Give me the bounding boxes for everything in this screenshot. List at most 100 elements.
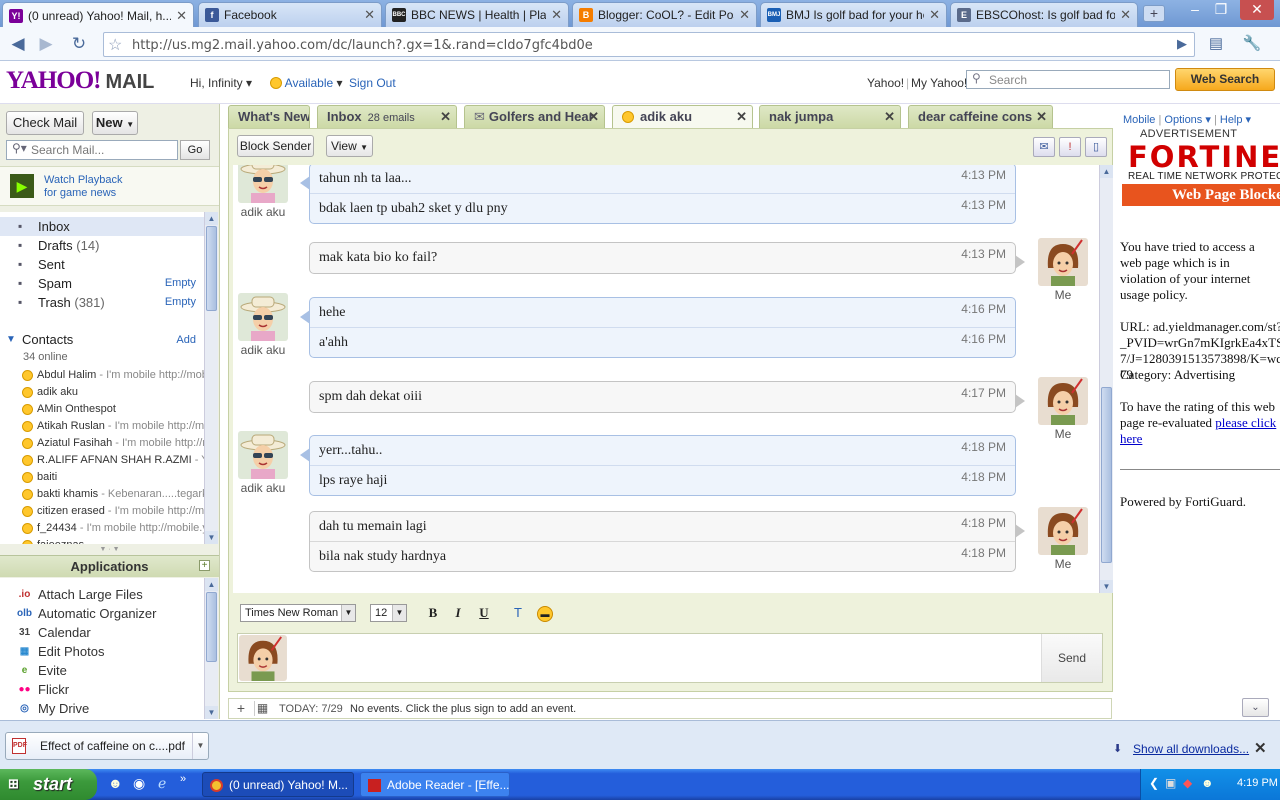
scroll-down-icon[interactable]: ▼ (205, 531, 218, 544)
underline-button[interactable]: U (475, 604, 493, 622)
my-avatar[interactable] (1038, 507, 1088, 555)
contact-item[interactable]: Aziatul Fasihah - I'm mobile http://m (0, 435, 204, 452)
web-search-input[interactable]: ⚲ Search (966, 70, 1170, 89)
send-button[interactable]: Send (1041, 634, 1102, 682)
browser-tab[interactable]: BMJ BMJ Is golf bad for your heari... ✕ (760, 2, 947, 27)
task-adobe-reader[interactable]: Adobe Reader - [Effe... (360, 772, 510, 797)
wrench-icon[interactable]: 🔧 (1240, 32, 1264, 56)
browser-tab[interactable]: Y! (0 unread) Yahoo! Mail, h... ✕ (2, 2, 194, 28)
status-menu[interactable]: Available ▾ (270, 76, 343, 90)
contacts-header[interactable]: ▼ Contacts Add (0, 330, 204, 350)
mobile-link[interactable]: Mobile (1123, 114, 1155, 126)
close-tab-icon[interactable]: ✕ (1120, 7, 1131, 23)
messenger-icon[interactable]: ☻ (1201, 776, 1214, 790)
scroll-down-icon[interactable]: ▼ (205, 706, 218, 719)
application-item[interactable]: ◎ My Drive (0, 699, 204, 718)
forward-icon[interactable]: ▶ (34, 32, 58, 56)
application-item[interactable]: e Evite (0, 661, 204, 680)
close-tab-icon[interactable]: ✕ (1036, 106, 1047, 128)
browser-tab[interactable]: BBC BBC NEWS | Health | Playi... ✕ (385, 2, 569, 27)
scroll-thumb[interactable] (1101, 387, 1112, 563)
go-arrow-icon[interactable]: ▶ (1170, 32, 1194, 56)
folders-scrollbar[interactable]: ▲ ▼ (204, 212, 218, 544)
close-tab-icon[interactable]: ✕ (929, 7, 940, 23)
address-bar[interactable]: ☆ http://us.mg2.mail.yahoo.com/dc/launch… (103, 32, 1195, 57)
task-yahoo-mail[interactable]: (0 unread) Yahoo! M... (202, 772, 354, 797)
mail-tab[interactable]: Inbox 28 emails ✕ (317, 105, 457, 129)
resize-handle[interactable]: ▼ · ▼ (0, 545, 219, 554)
browser-tab[interactable]: B Blogger: CoOL? - Edit Pos... ✕ (572, 2, 757, 27)
new-button[interactable]: New ▼ (92, 111, 138, 135)
collapse-triangle-icon[interactable]: ▼ (6, 330, 16, 350)
collapse-ad-icon[interactable]: ⌄ (1242, 698, 1269, 717)
contact-item[interactable]: faieeznas (0, 537, 204, 544)
reload-icon[interactable]: ↻ (67, 32, 91, 56)
conversation-scrollbar[interactable]: ▲ ▼ (1099, 165, 1113, 593)
bold-button[interactable]: B (424, 604, 442, 622)
mail-tab[interactable]: What's New (228, 105, 310, 129)
close-tab-icon[interactable]: ✕ (364, 7, 375, 23)
scroll-thumb[interactable] (206, 592, 217, 662)
contact-item[interactable]: citizen erased - I'm mobile http://mo (0, 503, 204, 520)
tray-expand-icon[interactable]: ❮ (1149, 776, 1159, 790)
application-item[interactable]: olb Automatic Organizer (0, 604, 204, 623)
scroll-up-icon[interactable]: ▲ (205, 578, 218, 591)
web-search-button[interactable]: Web Search (1175, 68, 1275, 91)
greeting-menu[interactable]: Hi, Infinity ▾ (190, 76, 252, 90)
close-tab-icon[interactable]: ✕ (739, 7, 750, 23)
contact-avatar[interactable] (238, 431, 288, 479)
folder-inbox[interactable]: ▪ Inbox (0, 217, 204, 236)
contact-item[interactable]: f_24434 - I'm mobile http://mobile.y (0, 520, 204, 537)
promo-banner[interactable]: ▶ Watch Playback for game news (0, 166, 219, 206)
search-go-button[interactable]: Go (180, 140, 210, 160)
folder-spam[interactable]: ▪ Spam Empty (0, 274, 204, 293)
folder-sent[interactable]: ▪ Sent (0, 255, 204, 274)
show-all-downloads-link[interactable]: Show all downloads... (1133, 742, 1249, 756)
scroll-up-icon[interactable]: ▲ (1100, 165, 1113, 178)
contact-avatar[interactable] (238, 293, 288, 341)
close-window-button[interactable]: ✕ (1240, 0, 1274, 20)
browser-tab[interactable]: f Facebook ✕ (198, 2, 382, 27)
email-icon[interactable]: ✉ (1033, 137, 1055, 157)
minimize-button[interactable]: – (1182, 0, 1208, 20)
network-icon[interactable]: ▣ (1165, 776, 1176, 790)
address-url[interactable]: http://us.mg2.mail.yahoo.com/dc/launch?.… (132, 38, 593, 53)
add-contact-link[interactable]: Add (176, 330, 196, 350)
close-tab-icon[interactable]: ✕ (884, 106, 895, 128)
help-link[interactable]: Help ▾ (1220, 114, 1251, 126)
yahoo-mail-logo[interactable]: YAHOO! MAIL (6, 67, 154, 95)
contact-item[interactable]: Atikah Ruslan - I'm mobile http://mo (0, 418, 204, 435)
scroll-up-icon[interactable]: ▲ (205, 212, 218, 225)
browser-tab[interactable]: E EBSCOhost: Is golf bad fo... ✕ (950, 2, 1138, 27)
mobile-phone-icon[interactable]: ▯ (1085, 137, 1107, 157)
mail-tab[interactable]: ✉ Golfers and Hear ✕ (464, 105, 605, 129)
close-tab-icon[interactable]: ✕ (736, 106, 747, 128)
empty-folder-link[interactable]: Empty (165, 274, 196, 293)
new-tab-button[interactable]: + (1143, 5, 1165, 22)
contact-item[interactable]: baiti (0, 469, 204, 486)
check-mail-button[interactable]: Check Mail (6, 111, 84, 135)
mail-tab[interactable]: nak jumpa ✕ (759, 105, 901, 129)
mail-tab[interactable]: dear caffeine cons ✕ (908, 105, 1053, 129)
folder-drafts[interactable]: ▪ Drafts (14) (0, 236, 204, 255)
back-icon[interactable]: ◀ (6, 32, 30, 56)
my-yahoo-link[interactable]: My Yahoo! (911, 76, 967, 90)
empty-folder-link[interactable]: Empty (165, 293, 196, 312)
chrome-icon[interactable]: ◉ (133, 775, 145, 792)
calendar-icon[interactable]: ▦ (254, 701, 270, 716)
mail-tab[interactable]: adik aku ✕ (612, 105, 753, 129)
search-mail-input[interactable]: ⚲▾ Search Mail... (6, 140, 178, 160)
apps-scrollbar[interactable]: ▲ ▼ (204, 578, 218, 719)
my-avatar[interactable] (1038, 377, 1088, 425)
contact-item[interactable]: bakti khamis - Kebenaran.....tegark (0, 486, 204, 503)
block-sender-button[interactable]: Block Sender (237, 135, 314, 157)
alert-icon[interactable]: ! (1059, 137, 1081, 157)
message-input[interactable] (290, 634, 1040, 682)
font-size-select[interactable]: 12 ▼ (370, 604, 407, 622)
add-event-icon[interactable]: + (233, 701, 249, 716)
more-quicklaunch-icon[interactable]: » (180, 773, 186, 785)
contact-item[interactable]: adik aku (0, 384, 204, 401)
maximize-button[interactable]: ❐ (1208, 0, 1234, 20)
my-avatar[interactable] (1038, 238, 1088, 286)
scroll-thumb[interactable] (206, 226, 217, 311)
